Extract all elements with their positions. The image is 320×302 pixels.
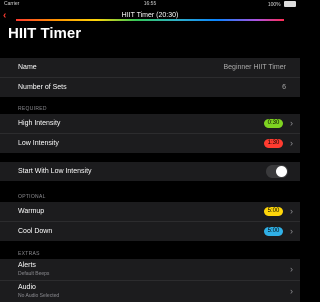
battery-indicator: 100% [268, 1, 296, 8]
interval-color-bar [16, 19, 284, 21]
status-time: 16:55 [143, 1, 157, 7]
start-low-group: Start With Low Intensity [0, 162, 300, 181]
info-group: Name Beginner HIIT Timer Number of Sets … [0, 58, 300, 97]
low-intensity-pill: 1:30 [264, 139, 283, 148]
sets-value: 6 [282, 84, 286, 91]
low-intensity-row[interactable]: Low Intensity 1:30 › [0, 134, 300, 153]
toggle-knob [276, 166, 287, 177]
battery-icon [284, 1, 296, 7]
chevron-right-icon: › [290, 206, 293, 216]
optional-header: OPTIONAL [18, 194, 46, 200]
start-low-label: Start With Low Intensity [18, 168, 92, 175]
chevron-right-icon: › [290, 138, 293, 148]
chevron-right-icon: › [290, 264, 293, 274]
high-intensity-label: High Intensity [18, 120, 61, 127]
low-intensity-label: Low Intensity [18, 140, 59, 147]
chevron-right-icon: › [290, 118, 293, 128]
navigation-bar: ‹ HIIT Timer (20:30) [0, 8, 300, 24]
required-header: REQUIRED [18, 106, 47, 112]
warmup-pill: 5:00 [264, 207, 283, 216]
extras-group: Alerts Default Beeps › Audio No Audio Se… [0, 259, 300, 302]
warmup-label: Warmup [18, 208, 45, 215]
chevron-right-icon: › [290, 226, 293, 236]
nav-title: HIIT Timer (20:30) [121, 12, 179, 19]
sets-label: Number of Sets [18, 84, 67, 91]
alerts-subtitle: Default Beeps [18, 271, 50, 277]
cooldown-pill: 5:00 [264, 227, 283, 236]
sets-row[interactable]: Number of Sets 6 [0, 78, 300, 97]
audio-label: Audio [18, 284, 36, 291]
page-title: HIIT Timer [8, 25, 82, 42]
extras-header: EXTRAS [18, 251, 40, 257]
status-bar: Carrier 16:55 100% [0, 0, 300, 8]
required-group: High Intensity 0:30 › Low Intensity 1:30… [0, 114, 300, 153]
warmup-row[interactable]: Warmup 5:00 › [0, 202, 300, 222]
audio-row[interactable]: Audio No Audio Selected › [0, 281, 300, 302]
start-low-toggle[interactable] [266, 165, 288, 178]
name-value: Beginner HIIT Timer [223, 64, 286, 71]
chevron-right-icon: › [290, 286, 293, 296]
name-label: Name [18, 64, 37, 71]
cooldown-row[interactable]: Cool Down 5:00 › [0, 222, 300, 241]
alerts-label: Alerts [18, 262, 36, 269]
start-low-row: Start With Low Intensity [0, 162, 300, 181]
name-row[interactable]: Name Beginner HIIT Timer [0, 58, 300, 78]
high-intensity-pill: 0:30 [264, 119, 283, 128]
alerts-row[interactable]: Alerts Default Beeps › [0, 259, 300, 281]
cooldown-label: Cool Down [18, 228, 53, 235]
audio-subtitle: No Audio Selected [18, 293, 60, 299]
optional-group: Warmup 5:00 › Cool Down 5:00 › [0, 202, 300, 241]
high-intensity-row[interactable]: High Intensity 0:30 › [0, 114, 300, 134]
